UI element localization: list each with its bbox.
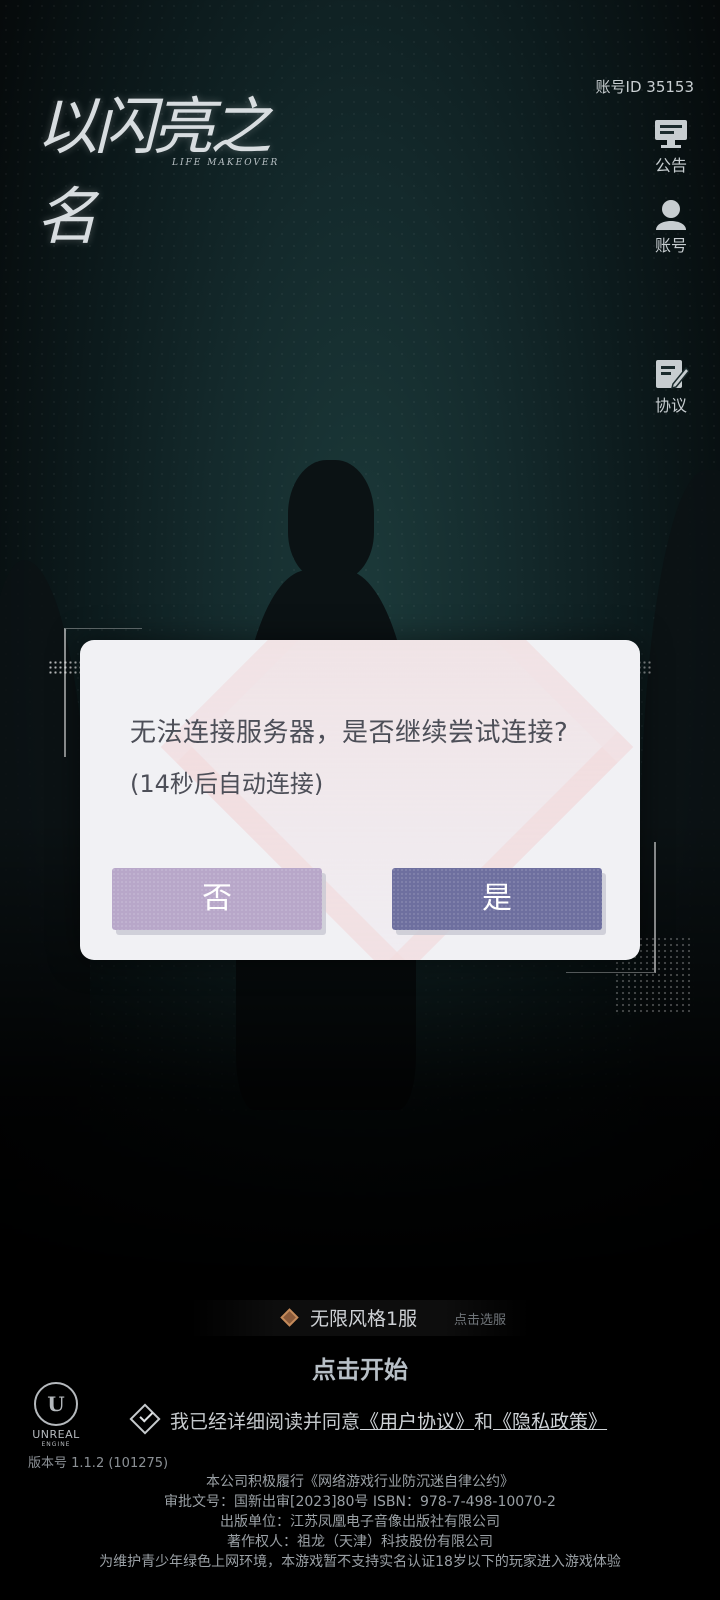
version-number: 版本号 1.1.2 (101275) — [28, 1456, 169, 1471]
announcement-button[interactable]: 公告 — [650, 118, 692, 176]
announcement-icon — [655, 120, 687, 148]
unreal-engine-logo: U UNREAL ENGINE — [26, 1382, 86, 1448]
dialog-message: 无法连接服务器，是否继续尝试连接? — [130, 718, 569, 748]
account-id: 账号ID 35153 — [595, 78, 694, 96]
privacy-policy-link[interactable]: 《隐私政策》 — [493, 1411, 607, 1433]
footer-line: 出版单位：江苏凤凰电子音像出版社有限公司 — [220, 1514, 500, 1530]
server-selector[interactable]: 无限风格1服 点击选服 — [190, 1300, 530, 1336]
agreement-prefix: 我已经详细阅读并同意 — [170, 1411, 361, 1433]
agreement-label: 协议 — [654, 396, 687, 415]
announcement-label: 公告 — [654, 156, 687, 175]
unreal-engine-sub: ENGINE — [41, 1441, 71, 1448]
footer-line: 审批文号：国新出审[2023]80号 ISBN：978-7-498-10070-… — [164, 1494, 556, 1510]
start-button[interactable]: 点击开始 — [0, 1350, 720, 1385]
server-diamond-icon — [280, 1308, 299, 1327]
footer-legal: 本公司积极履行《网络游戏行业防沉迷自律公约》 审批文号：国新出审[2023]80… — [0, 1472, 720, 1572]
no-button[interactable]: 否 — [112, 868, 322, 930]
footer-line: 著作权人：祖龙（天津）科技股份有限公司 — [227, 1534, 493, 1550]
logo-subtitle: LIFE MAKEOVER — [172, 158, 280, 168]
account-label: 账号 — [654, 236, 687, 255]
dialog-countdown: (14秒后自动连接) — [130, 770, 324, 798]
unreal-engine-icon: U — [34, 1382, 78, 1426]
connection-error-dialog: 无法连接服务器，是否继续尝试连接? (14秒后自动连接) 否 是 — [80, 640, 640, 960]
edit-document-icon — [656, 360, 689, 390]
server-name: 无限风格1服 — [310, 1308, 418, 1330]
user-agreement-link[interactable]: 《用户协议》 — [360, 1411, 474, 1433]
yes-button[interactable]: 是 — [392, 868, 602, 930]
account-button[interactable]: 账号 — [650, 198, 692, 256]
footer-line: 为维护青少年绿色上网环境，本游戏暂不支持实名认证18岁以下的玩家进入游戏体验 — [99, 1554, 621, 1570]
agreement-button[interactable]: 协议 — [650, 358, 692, 416]
server-select-hint: 点击选服 — [454, 1313, 507, 1328]
dialog-dots-left — [48, 660, 80, 676]
silhouette-center-head — [288, 460, 374, 580]
unreal-engine-name: UNREAL — [32, 1428, 80, 1441]
user-icon — [656, 200, 686, 230]
game-logo: 以闪亮之名 LIFE MAKEOVER — [30, 70, 290, 253]
footer-line: 本公司积极履行《网络游戏行业防沉迷自律公约》 — [206, 1474, 514, 1490]
agreement-and: 和 — [474, 1411, 494, 1433]
agreement-text: 我已经详细阅读并同意《用户协议》和《隐私政策》 — [170, 1407, 607, 1434]
